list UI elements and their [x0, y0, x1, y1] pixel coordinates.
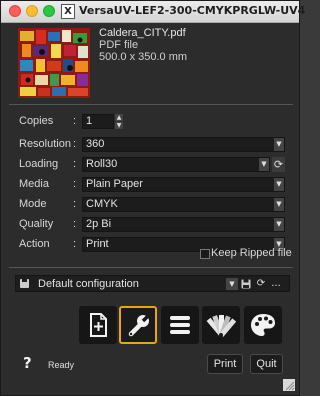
chevron-down-icon[interactable]: ▼ [274, 198, 284, 211]
resize-grip-icon[interactable] [283, 379, 295, 391]
list-icon [170, 316, 190, 334]
zoom-window-button[interactable] [43, 5, 55, 17]
close-window-button[interactable] [9, 5, 21, 17]
chevron-down-icon[interactable]: ▼ [274, 178, 284, 191]
file-type: PDF file [99, 39, 139, 51]
copies-input[interactable]: 1 [82, 114, 114, 129]
refresh-icon[interactable]: ⟳ [272, 157, 285, 172]
minimize-window-button[interactable] [26, 5, 38, 17]
loading-select[interactable]: Roll30 [82, 157, 270, 172]
chevron-down-icon[interactable]: ▼ [274, 218, 284, 231]
resolution-select[interactable]: 360 [82, 137, 285, 152]
mode-label: Mode [19, 198, 47, 210]
add-document-icon [90, 313, 107, 337]
keep-ripped-label[interactable]: Keep Ripped file [211, 247, 292, 259]
file-name: Caldera_CITY.pdf [99, 27, 186, 39]
resolution-label: Resolution [19, 138, 71, 150]
color-swatches-button[interactable] [202, 306, 240, 344]
settings-tool-button[interactable] [119, 306, 157, 344]
color-swatches-icon [206, 315, 237, 337]
save-icon [20, 279, 29, 288]
status-text: Ready [48, 360, 75, 370]
colon: : [73, 218, 77, 230]
title-bar: X VersaUV-LEF2-300-CMYKPRGLW-UV4 [1, 1, 305, 23]
colon: : [73, 238, 77, 250]
configuration-name: Default configuration [38, 278, 139, 290]
chevron-down-icon[interactable]: ▼ [274, 138, 284, 151]
media-label: Media [19, 178, 49, 190]
chevron-down-icon[interactable]: ▼ [226, 278, 238, 290]
help-button[interactable]: ? [23, 354, 32, 372]
stepper-down-icon[interactable]: ▼ [115, 122, 123, 129]
mode-select[interactable]: CMYK [82, 197, 285, 212]
media-select[interactable]: Plain Paper [82, 177, 285, 192]
rip-window: X VersaUV-LEF2-300-CMYKPRGLW-UV4 Caldera… [0, 0, 305, 396]
divider [9, 267, 293, 268]
stepper-up-icon[interactable]: ▲ [115, 114, 123, 121]
palette-button[interactable] [244, 306, 282, 344]
wrench-icon [128, 312, 152, 337]
colon: : [73, 198, 77, 210]
colon: : [73, 138, 77, 150]
action-label: Action [19, 238, 50, 250]
colon: : [73, 178, 77, 190]
configuration-select[interactable]: Default configuration ▼ ⟳ ... [15, 275, 290, 292]
add-document-button[interactable] [79, 306, 117, 344]
job-list-button[interactable] [161, 306, 199, 344]
palette-icon [251, 314, 275, 336]
copies-label: Copies [19, 115, 54, 127]
quit-button[interactable]: Quit [250, 354, 283, 374]
chevron-down-icon[interactable]: ▼ [259, 158, 269, 171]
print-button[interactable]: Print [207, 354, 243, 374]
more-options-button[interactable]: ... [270, 278, 282, 290]
file-thumbnail [18, 28, 90, 98]
colon: : [73, 158, 77, 170]
quality-label: Quality [19, 218, 54, 230]
copies-stepper[interactable]: ▲ ▼ [115, 114, 123, 129]
window-title: VersaUV-LEF2-300-CMYKPRGLW-UV4 [79, 4, 306, 17]
refresh-icon[interactable]: ⟳ [255, 278, 267, 290]
quality-select[interactable]: 2p Bi [82, 217, 285, 232]
save-config-icon[interactable] [240, 278, 252, 290]
colon: : [73, 115, 77, 127]
keep-ripped-checkbox[interactable] [200, 249, 210, 259]
x11-logo-icon: X [61, 4, 75, 19]
divider [9, 104, 293, 105]
file-dimensions: 500.0 x 350.0 mm [99, 51, 188, 63]
loading-label: Loading [19, 158, 59, 170]
